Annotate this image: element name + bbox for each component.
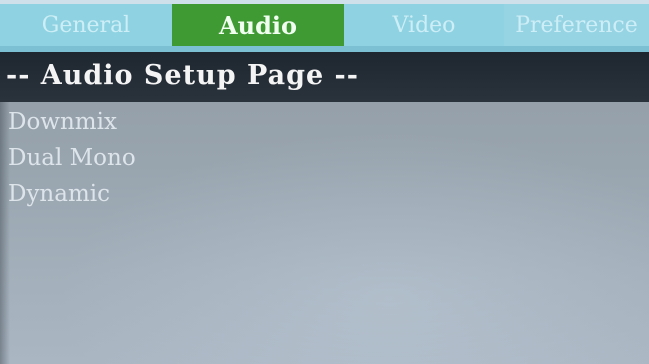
- tab-video-label: Video: [392, 12, 456, 38]
- dvd-setup-screen: General Audio Video Preference -- Audio …: [0, 0, 649, 364]
- page-header: -- Audio Setup Page --: [0, 52, 649, 102]
- tab-general-label: General: [41, 12, 131, 38]
- tab-preference-label: Preference: [515, 12, 638, 38]
- tab-audio[interactable]: Audio: [172, 4, 344, 46]
- menu-item-downmix[interactable]: Downmix: [8, 104, 136, 140]
- tab-general[interactable]: General: [0, 4, 172, 46]
- page-title: -- Audio Setup Page --: [6, 60, 359, 91]
- tab-preference[interactable]: Preference: [504, 4, 649, 46]
- audio-settings-menu: Downmix Dual Mono Dynamic: [8, 104, 136, 212]
- menu-item-dynamic[interactable]: Dynamic: [8, 176, 136, 212]
- menu-item-dual-mono[interactable]: Dual Mono: [8, 140, 136, 176]
- tab-video[interactable]: Video: [344, 4, 504, 46]
- tab-bar: General Audio Video Preference: [0, 0, 649, 52]
- tab-audio-label: Audio: [219, 10, 297, 40]
